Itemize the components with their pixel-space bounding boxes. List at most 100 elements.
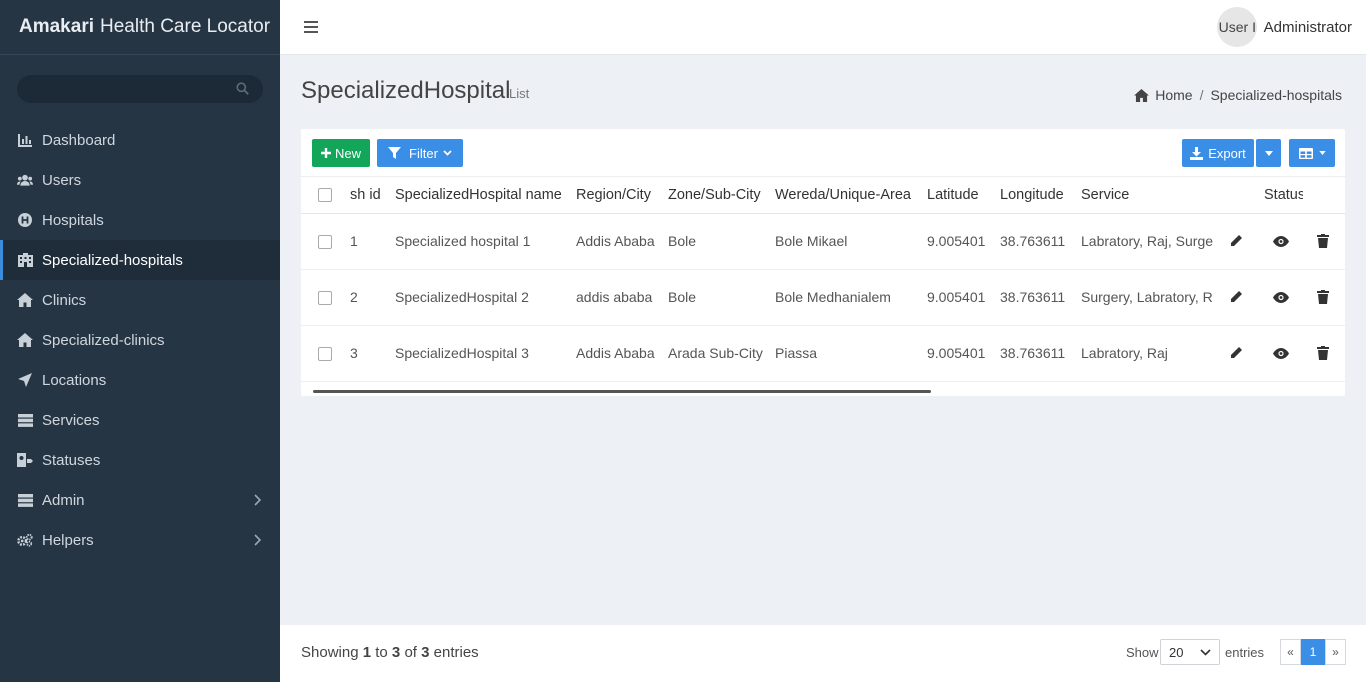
sidebar-item-label: Hospitals bbox=[42, 211, 104, 229]
pagination-page[interactable]: 1 bbox=[1301, 639, 1325, 665]
cell-zone: Bole bbox=[662, 213, 769, 270]
row-checkbox[interactable] bbox=[318, 347, 332, 362]
sidebar-item-specialized-clinics[interactable]: Specialized-clinics bbox=[0, 320, 280, 360]
sidebar-item-specialized-hospitals[interactable]: Specialized-hospitals bbox=[0, 240, 280, 280]
column-header[interactable]: Cr bbox=[1343, 177, 1345, 214]
table-row: 3 SpecializedHospital 3 Addis Ababa Arad… bbox=[301, 325, 1345, 382]
columns-toggle-button[interactable] bbox=[1289, 139, 1335, 167]
sidebar-search bbox=[17, 75, 263, 103]
cell-zone: Bole bbox=[662, 269, 769, 326]
sidebar-item-helpers[interactable]: Helpers bbox=[0, 520, 280, 560]
column-header[interactable]: Region/City bbox=[570, 177, 662, 214]
export-button-label: Export bbox=[1208, 145, 1246, 161]
column-header[interactable]: Service bbox=[1075, 177, 1213, 214]
edit-button[interactable] bbox=[1219, 290, 1252, 304]
sidebar-search-input[interactable] bbox=[17, 75, 263, 103]
sidebar-item-dashboard[interactable]: Dashboard bbox=[0, 120, 280, 160]
cell-overflow bbox=[1343, 325, 1345, 382]
column-header[interactable]: Wereda/Unique-Area bbox=[769, 177, 921, 214]
select-all-cell bbox=[301, 177, 344, 214]
chevron-down-icon bbox=[443, 150, 452, 156]
delete-cell bbox=[1303, 325, 1343, 382]
cell-zone: Arada Sub-City bbox=[662, 325, 769, 382]
server-icon bbox=[17, 412, 33, 428]
page-size-select[interactable]: 20 bbox=[1160, 639, 1220, 665]
cell-service: Labratory, Raj, Surgery bbox=[1075, 213, 1213, 270]
horizontal-scrollbar[interactable] bbox=[313, 390, 931, 393]
sidebar-item-locations[interactable]: Locations bbox=[0, 360, 280, 400]
avatar[interactable]: User I bbox=[1216, 7, 1257, 47]
breadcrumb-current: Specialized-hospitals bbox=[1210, 87, 1342, 103]
eye-icon bbox=[1272, 347, 1289, 359]
column-header bbox=[1303, 177, 1343, 214]
chart-icon bbox=[17, 132, 33, 148]
trash-icon bbox=[1317, 290, 1329, 304]
delete-cell bbox=[1303, 269, 1343, 326]
breadcrumb-home[interactable]: Home bbox=[1155, 87, 1192, 103]
app-brand[interactable]: Amakari Health Care Locator bbox=[0, 0, 280, 55]
sidebar-item-hospitals[interactable]: Hospitals bbox=[0, 200, 280, 240]
column-header[interactable]: Latitude bbox=[921, 177, 994, 214]
delete-button[interactable] bbox=[1309, 234, 1337, 248]
view-button[interactable] bbox=[1264, 291, 1297, 303]
export-button[interactable]: Export bbox=[1182, 139, 1254, 167]
sidebar-item-label: Specialized-hospitals bbox=[42, 251, 183, 269]
user-name[interactable]: Administrator bbox=[1264, 19, 1352, 36]
search-icon[interactable] bbox=[236, 82, 249, 95]
sidebar: Amakari Health Care Locator Dashboard Us… bbox=[0, 0, 280, 682]
column-header[interactable]: Zone/Sub-City bbox=[662, 177, 769, 214]
sidebar-item-services[interactable]: Services bbox=[0, 400, 280, 440]
column-header[interactable]: Status bbox=[1258, 177, 1303, 214]
summary-entries-word: entries bbox=[433, 644, 479, 661]
entries-summary: Showing 1 to 3 of 3 entries bbox=[301, 644, 479, 661]
cell-wereda: Bole Medhanialem bbox=[769, 269, 921, 326]
export-dropdown-toggle[interactable] bbox=[1256, 139, 1281, 167]
sidebar-item-statuses[interactable]: Statuses bbox=[0, 440, 280, 480]
view-cell bbox=[1258, 325, 1303, 382]
eye-icon bbox=[1272, 291, 1289, 303]
sidebar-item-clinics[interactable]: Clinics bbox=[0, 280, 280, 320]
column-header[interactable]: SpecializedHospital name bbox=[389, 177, 570, 214]
sidebar-item-users[interactable]: Users bbox=[0, 160, 280, 200]
plus-icon bbox=[320, 148, 331, 158]
cell-name: Specialized hospital 1 bbox=[389, 213, 570, 270]
view-button[interactable] bbox=[1264, 347, 1297, 359]
column-header[interactable]: sh id bbox=[344, 177, 389, 214]
cell-service: Labratory, Raj bbox=[1075, 325, 1213, 382]
cell-wereda: Piassa bbox=[769, 325, 921, 382]
cell-region: addis ababa bbox=[570, 269, 662, 326]
sidebar-item-admin[interactable]: Admin bbox=[0, 480, 280, 520]
cell-region: Addis Ababa bbox=[570, 325, 662, 382]
table-row: 2 SpecializedHospital 2 addis ababa Bole… bbox=[301, 269, 1345, 326]
edit-button[interactable] bbox=[1219, 346, 1252, 360]
user-tag-icon bbox=[17, 452, 33, 468]
pagination-prev[interactable]: « bbox=[1280, 639, 1301, 665]
pencil-icon bbox=[1230, 347, 1242, 358]
delete-button[interactable] bbox=[1309, 290, 1337, 304]
view-button[interactable] bbox=[1264, 235, 1297, 247]
summary-to: 3 bbox=[391, 644, 401, 661]
table-columns-icon bbox=[1298, 147, 1313, 159]
user-menu[interactable]: User I Administrator bbox=[1216, 7, 1352, 47]
new-button[interactable]: New bbox=[312, 139, 370, 167]
chevron-right-icon bbox=[254, 534, 262, 546]
view-cell bbox=[1258, 269, 1303, 326]
pencil-icon bbox=[1230, 235, 1242, 246]
delete-button[interactable] bbox=[1309, 346, 1337, 360]
cell-latitude: 9.005401 bbox=[921, 269, 994, 326]
row-checkbox[interactable] bbox=[318, 235, 332, 250]
edit-cell bbox=[1213, 269, 1258, 326]
edit-button[interactable] bbox=[1219, 234, 1252, 248]
row-checkbox[interactable] bbox=[318, 291, 332, 306]
cell-name: SpecializedHospital 3 bbox=[389, 325, 570, 382]
delete-cell bbox=[1303, 213, 1343, 270]
pagination-next[interactable]: » bbox=[1325, 639, 1346, 665]
column-header[interactable]: Longitude bbox=[994, 177, 1075, 214]
eye-icon bbox=[1272, 235, 1289, 247]
hamburger-menu-icon[interactable] bbox=[304, 20, 318, 34]
select-all-checkbox[interactable] bbox=[318, 187, 332, 202]
filter-button[interactable]: Filter bbox=[377, 139, 463, 167]
home-icon bbox=[17, 292, 33, 308]
page-subtitle: List bbox=[509, 86, 530, 101]
new-button-label: New bbox=[334, 145, 361, 161]
